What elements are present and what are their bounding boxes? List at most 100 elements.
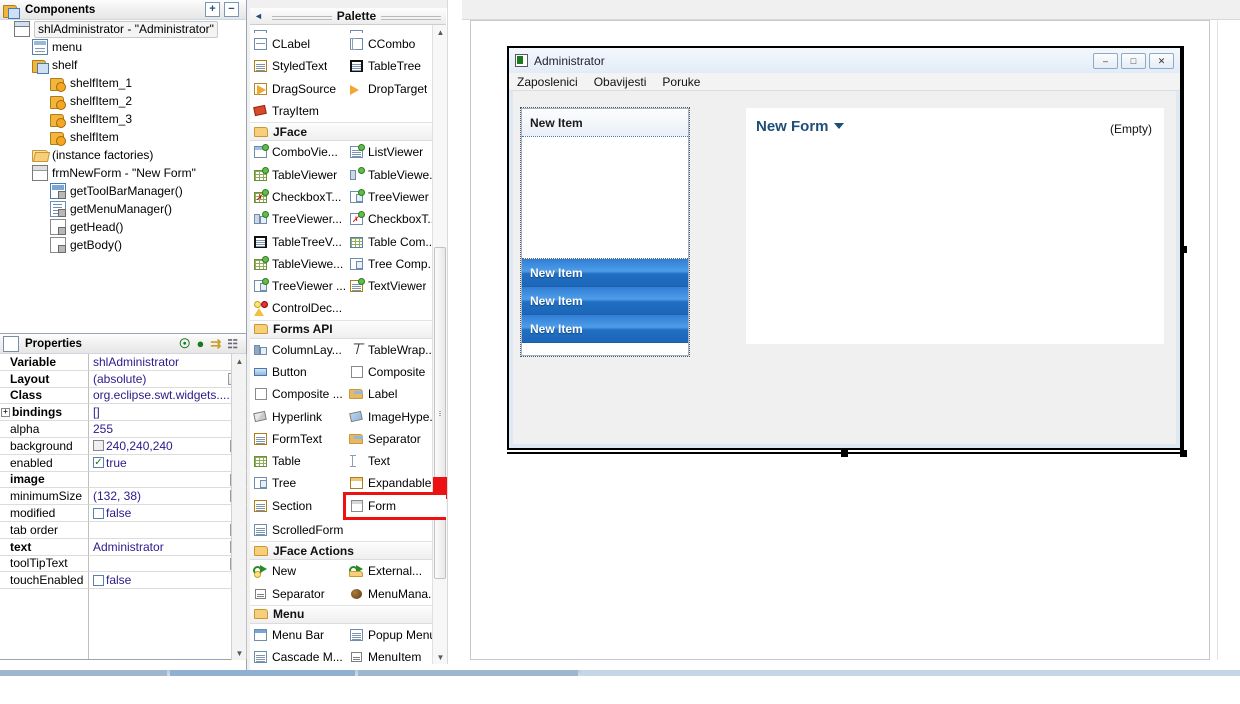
palette-category-jface[interactable]: JFace — [250, 122, 446, 142]
palette-item-hyperlink[interactable]: Hyperlink — [250, 405, 346, 427]
checkbox-icon[interactable] — [93, 574, 104, 586]
property-value[interactable]: ⋯ — [89, 521, 247, 539]
palette-item-partial-a[interactable] — [250, 25, 346, 33]
tree-item-getHead[interactable]: getHead() — [0, 218, 246, 236]
taskbar-segment-1[interactable] — [0, 670, 167, 676]
properties-scrollbar[interactable]: ▲ ▼ — [231, 354, 246, 660]
property-value[interactable]: false — [89, 505, 247, 522]
palette-item-treeviewercolumn[interactable]: TreeViewer... — [250, 208, 346, 230]
property-row-layout[interactable]: Layout (absolute) ▼ — [0, 370, 247, 388]
palette-item-composite[interactable]: Composite — [346, 361, 442, 383]
palette-item-separator[interactable]: Separator — [346, 428, 442, 450]
palette-item-menuitem[interactable]: MenuItem — [346, 646, 442, 664]
checkbox-checked-icon[interactable]: ✓ — [93, 457, 104, 469]
palette-item-styledtext[interactable]: StyledText — [250, 55, 346, 77]
tree-item-getMenuManager[interactable]: getMenuManager() — [0, 200, 246, 218]
menu-poruke[interactable]: Poruke — [662, 75, 700, 89]
property-value[interactable]: ⋯ — [89, 471, 247, 489]
scroll-down-icon[interactable]: ▼ — [232, 646, 247, 660]
palette-item-partial-b[interactable] — [346, 25, 442, 33]
property-value[interactable]: ✓ true — [89, 454, 247, 472]
scroll-up-icon[interactable]: ▲ — [433, 25, 448, 39]
tree-item-getBody[interactable]: getBody() — [0, 236, 246, 254]
palette-item-ccombo[interactable]: CCombo — [346, 33, 442, 55]
tree-item-menu[interactable]: menu — [0, 38, 246, 56]
property-row-modified[interactable]: modified false — [0, 505, 247, 522]
preview-window-shlAdministrator[interactable]: Administrator – □ ✕ Zaposlenici Obavijes… — [507, 46, 1182, 450]
palette-item-scrolledform[interactable]: ScrolledForm — [250, 519, 346, 541]
preview-shelf[interactable]: New Item New Item New Item New Item — [520, 107, 690, 357]
palette-item-tree[interactable]: Tree — [250, 472, 346, 494]
property-value[interactable]: 255 — [89, 421, 247, 438]
menu-zaposlenici[interactable]: Zaposlenici — [517, 75, 578, 89]
shelf-item-3[interactable]: New Item — [522, 315, 688, 343]
taskbar-segment-3[interactable] — [581, 670, 1240, 676]
property-row-text[interactable]: text Administrator ⋯ — [0, 538, 247, 556]
property-row-minimumsize[interactable]: minimumSize (132, 38) ⋯ — [0, 488, 247, 506]
property-row-bindings[interactable]: + bindings [] — [0, 404, 247, 422]
expand-icon[interactable]: + — [1, 407, 10, 417]
property-row-background[interactable]: background 240,240,240 ⋯ — [0, 437, 247, 455]
palette-item-tablewraplayout[interactable]: TableWrap... — [346, 339, 442, 361]
collapse-palette-icon[interactable]: ◄ — [254, 11, 263, 21]
palette-item-droptarget[interactable]: DropTarget — [346, 78, 442, 100]
palette-item-tableviewer[interactable]: TableViewer — [250, 163, 346, 185]
palette-item-composite-separator[interactable]: Composite ... — [250, 383, 346, 405]
components-tree[interactable]: shlAdministrator - "Administrator" menu … — [0, 20, 246, 334]
property-row-image[interactable]: image ⋯ — [0, 471, 247, 489]
property-row-variable[interactable]: Variable shlAdministrator — [0, 354, 247, 371]
palette-item-form[interactable]: Form — [343, 491, 446, 520]
maximize-button[interactable]: □ — [1121, 53, 1146, 69]
property-row-touchenabled[interactable]: touchEnabled false — [0, 572, 247, 590]
palette-item-treecomposite[interactable]: Tree Comp... — [346, 253, 442, 275]
palette-item-treeviewer[interactable]: TreeViewer — [346, 186, 442, 208]
properties-table[interactable]: Variable shlAdministrator Layout (absolu… — [0, 354, 247, 660]
palette-item-section[interactable]: Section — [250, 495, 346, 517]
palette-item-expandablecomposite[interactable]: Expandable... — [346, 472, 442, 494]
palette-item-formtext[interactable]: FormText — [250, 428, 346, 450]
resize-handle-bottom[interactable] — [841, 450, 848, 457]
palette-scroll-thumb[interactable] — [434, 247, 446, 579]
property-value[interactable]: org.eclipse.swt.widgets.... — [89, 387, 247, 405]
palette-item-dragsource[interactable]: DragSource — [250, 78, 346, 100]
palette-item-tabletreeviewer[interactable]: TableTreeV... — [250, 230, 346, 252]
goto-definition-icon[interactable]: ● — [196, 337, 204, 350]
scroll-up-icon[interactable]: ▲ — [232, 354, 247, 368]
palette-list[interactable]: CLabel CCombo StyledText TableTree DragS… — [250, 25, 447, 664]
design-canvas[interactable]: Administrator – □ ✕ Zaposlenici Obavijes… — [470, 20, 1210, 660]
tree-item-shelfItem_3[interactable]: shelfItem_3 — [0, 110, 246, 128]
palette-scrollbar[interactable]: ▲ ▼ — [432, 25, 447, 664]
palette-item-text[interactable]: Text — [346, 450, 442, 472]
property-value[interactable]: Administrator ⋯ — [89, 538, 247, 556]
tree-item-instance-factories[interactable]: (instance factories) — [0, 146, 246, 164]
taskbar-segment-2[interactable] — [358, 670, 578, 676]
property-value[interactable]: (absolute) ▼ — [89, 370, 247, 388]
palette-category-forms-api[interactable]: Forms API — [250, 319, 446, 339]
palette-item-menubar[interactable]: Menu Bar — [250, 624, 346, 646]
palette-item-columnlayout[interactable]: ColumnLay... — [250, 339, 346, 361]
taskbar-segment-active[interactable] — [170, 670, 355, 676]
palette-item-external[interactable]: External... — [346, 560, 442, 582]
property-value[interactable]: ⋯ — [89, 555, 247, 573]
menu-obavijesti[interactable]: Obavijesti — [594, 75, 647, 89]
palette-item-treeviewer2[interactable]: TreeViewer ... — [250, 275, 346, 297]
tree-item-shelfItem_1[interactable]: shelfItem_1 — [0, 74, 246, 92]
checkbox-icon[interactable] — [93, 507, 104, 519]
design-editor-scrollbar[interactable] — [1217, 20, 1232, 660]
property-value[interactable]: 240,240,240 ⋯ — [89, 437, 247, 455]
resize-handle-bottom-right[interactable] — [1180, 450, 1187, 457]
expand-all-icon[interactable]: + — [205, 2, 220, 17]
property-row-alpha[interactable]: alpha 255 — [0, 421, 247, 438]
shelf-header-item[interactable]: New Item — [522, 109, 688, 137]
palette-item-comboviewer[interactable]: ComboVie... — [250, 141, 346, 163]
property-value[interactable]: shlAdministrator — [89, 354, 247, 371]
property-row-tooltiptext[interactable]: toolTipText ⋯ — [0, 555, 247, 573]
palette-item-clabel[interactable]: CLabel — [250, 33, 346, 55]
tree-item-shlAdministrator[interactable]: shlAdministrator - "Administrator" — [0, 20, 246, 38]
palette-item-action-separator[interactable]: Separator — [250, 583, 346, 605]
palette-item-controldecoration[interactable]: ControlDec... — [250, 297, 346, 319]
palette-item-textviewer[interactable]: TextViewer — [346, 275, 442, 297]
palette-item-button[interactable]: Button — [250, 361, 346, 383]
palette-item-tableviewer2[interactable]: TableViewe... — [250, 253, 346, 275]
preview-menubar[interactable]: Zaposlenici Obavijesti Poruke — [509, 73, 1180, 91]
